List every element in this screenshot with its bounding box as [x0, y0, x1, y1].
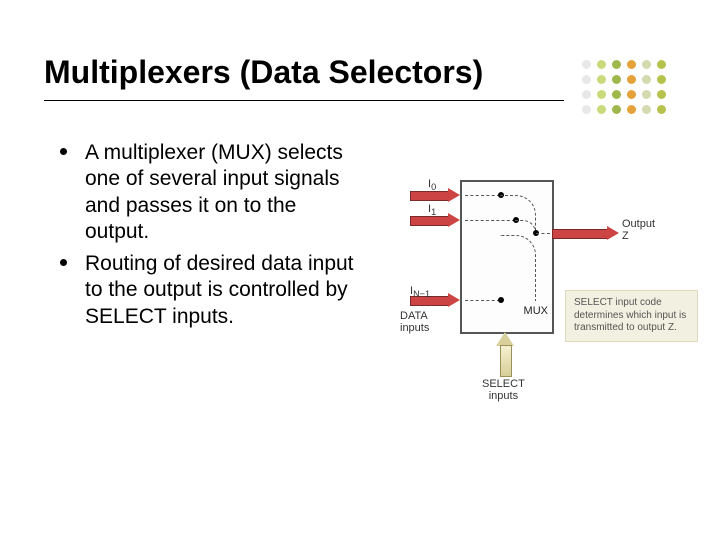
dash-line — [465, 195, 500, 196]
list-item: Routing of desired data input to the out… — [60, 251, 360, 330]
bullet-text: A multiplexer (MUX) selects one of sever… — [85, 140, 360, 245]
dash-line — [465, 300, 500, 301]
note-box: SELECT input code determines which input… — [565, 290, 698, 342]
page-title: Multiplexers (Data Selectors) — [44, 54, 483, 91]
label-i1: I1 — [428, 203, 436, 217]
bullet-list: A multiplexer (MUX) selects one of sever… — [60, 140, 360, 336]
label-output: OutputZ — [622, 218, 655, 242]
title-underline — [44, 100, 564, 101]
mux-diagram: MUX I0 I1 IN−1 DATAinputs — [370, 160, 690, 410]
bullet-icon — [60, 148, 67, 155]
slide: Multiplexers (Data Selectors) A multiple… — [0, 0, 720, 540]
list-item: A multiplexer (MUX) selects one of sever… — [60, 140, 360, 245]
mux-label: MUX — [524, 305, 548, 317]
bullet-icon — [60, 259, 67, 266]
decorative-dot-grid — [582, 60, 669, 117]
label-select: SELECTinputs — [482, 378, 525, 402]
dash-line — [536, 233, 550, 234]
bullet-text: Routing of desired data input to the out… — [85, 251, 360, 330]
dash-curve — [500, 235, 536, 301]
label-data-inputs: DATAinputs — [400, 310, 429, 334]
label-in: IN−1 — [410, 285, 430, 299]
label-i0: I0 — [428, 178, 436, 192]
